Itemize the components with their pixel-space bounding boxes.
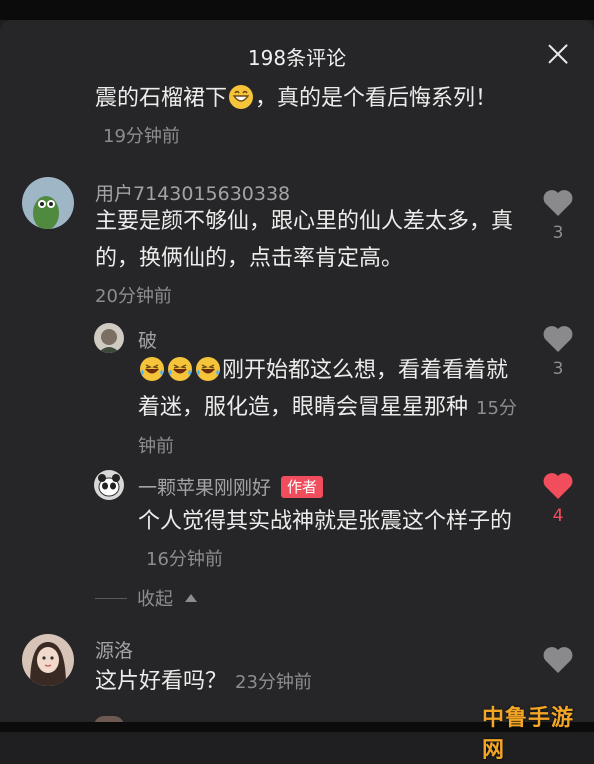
heart-filled-icon [543, 473, 573, 499]
heart-icon [543, 326, 573, 352]
like-count: 3 [552, 359, 564, 379]
grinning-emoji-icon [229, 85, 254, 109]
like-button[interactable]: 3 [541, 188, 575, 243]
laughing-tears-emoji-icon [168, 357, 192, 381]
heart-icon [543, 190, 573, 216]
comment-body: 个人觉得其实战神就是张震这个样子的 [138, 509, 513, 534]
watermark-logo: 中鲁手游网 [482, 706, 575, 763]
comment-text: 震的石榴裙下 ，真的是个看后悔系列！19分钟前 [95, 85, 498, 147]
username[interactable]: 用户7143015630338 [95, 179, 290, 206]
like-count: 4 [552, 506, 564, 526]
username[interactable]: 破 [138, 326, 157, 353]
comment-body: 主要是颜不够仙，跟心里的仙人差太多，真的，换俩仙的，点击率肯定高。 [95, 209, 514, 271]
like-button[interactable]: 3 [541, 324, 575, 379]
comment-text: 这片好看吗？ 23分钟前 [95, 663, 515, 701]
chevron-up-icon [185, 594, 197, 602]
comment-time: 19分钟前 [103, 126, 180, 147]
username[interactable]: 源洛 [95, 636, 133, 663]
comment-body: 刚开始都这么想，看着看着就着迷，服化造，眼睛会冒星星那种 [138, 358, 509, 420]
collapse-replies-button[interactable]: 收起 [95, 585, 197, 611]
laughing-tears-emoji-icon [140, 357, 164, 381]
like-button[interactable] [541, 645, 575, 674]
avatar[interactable] [22, 634, 74, 686]
comment-time: 16分钟前 [146, 549, 223, 570]
author-badge: 作者 [281, 476, 324, 498]
comment-text: 刚开始都这么想，看着看着就着迷，服化造，眼睛会冒星星那种 15分钟前 [138, 352, 518, 465]
like-button[interactable]: 4 [541, 471, 575, 526]
avatar[interactable] [94, 323, 124, 353]
laughing-tears-emoji-icon [196, 357, 220, 381]
comment-time: 23分钟前 [235, 672, 312, 693]
avatar[interactable] [22, 177, 74, 229]
close-icon[interactable] [544, 40, 572, 68]
comment-body: 这片好看吗？ [95, 669, 228, 694]
comment-time: 20分钟前 [95, 286, 172, 307]
username[interactable]: 一颗苹果刚刚好 作者 [138, 473, 324, 500]
divider-line [95, 597, 127, 599]
comment-text: 个人觉得其实战神就是张震这个样子的 16分钟前 [138, 503, 518, 578]
like-count: 3 [552, 223, 564, 243]
collapse-label: 收起 [137, 589, 173, 610]
top-strip [0, 0, 594, 20]
comment-count-title: 198条评论 [247, 46, 347, 70]
username-text: 一颗苹果刚刚好 [138, 477, 272, 499]
avatar[interactable] [94, 470, 124, 500]
comment-text: 主要是颜不够仙，跟心里的仙人差太多，真的，换俩仙的，点击率肯定高。 20分钟前 [95, 203, 515, 315]
heart-icon [543, 647, 573, 673]
